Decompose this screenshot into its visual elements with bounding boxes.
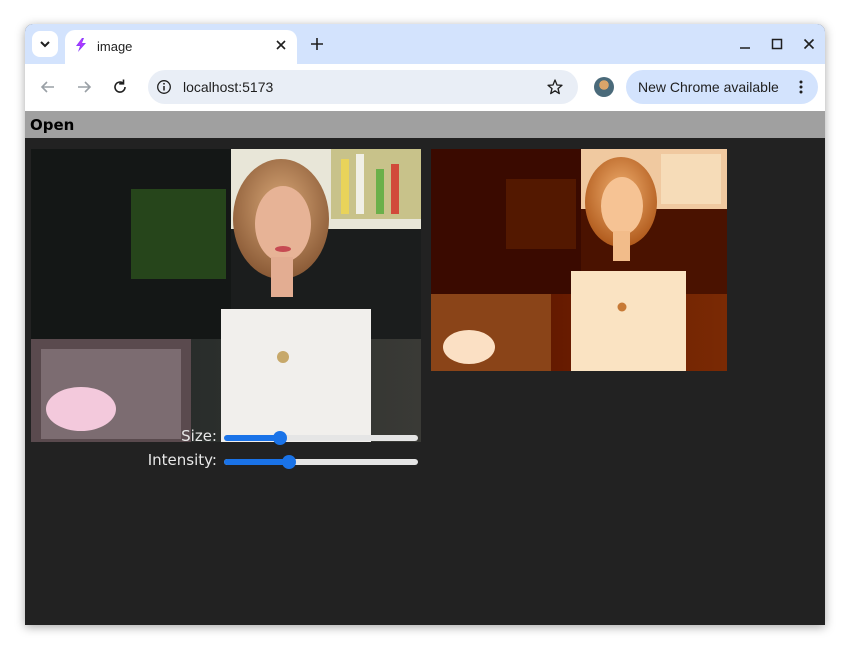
intensity-slider[interactable]	[224, 454, 418, 470]
intensity-slider-fill	[224, 459, 289, 465]
minimize-icon[interactable]	[737, 36, 753, 52]
maximize-icon[interactable]	[769, 36, 785, 52]
size-slider[interactable]	[224, 430, 418, 446]
tab-image[interactable]: image	[65, 30, 297, 64]
reload-icon[interactable]	[110, 77, 130, 97]
tab-strip: image	[25, 24, 825, 64]
filtered-photo	[431, 149, 727, 371]
window-close-icon[interactable]	[801, 36, 817, 52]
site-info-icon[interactable]	[156, 79, 172, 95]
close-icon[interactable]	[273, 37, 289, 53]
tab-search-button[interactable]	[32, 31, 58, 57]
tab-title: image	[97, 39, 133, 54]
app-content: Open Size: Intensity:	[25, 111, 825, 625]
back-arrow-icon[interactable]	[38, 77, 58, 97]
size-slider-thumb[interactable]	[272, 431, 287, 445]
app-menubar: Open	[25, 111, 825, 138]
size-label: Size:	[181, 427, 217, 445]
vite-favicon-icon	[76, 38, 86, 52]
original-photo	[31, 149, 421, 442]
update-label: New Chrome available	[638, 79, 779, 95]
profile-avatar[interactable]	[594, 77, 614, 97]
address-bar[interactable]: localhost:5173	[148, 70, 578, 104]
browser-toolbar: localhost:5173 New Chrome available	[25, 64, 825, 111]
forward-arrow-icon[interactable]	[74, 77, 94, 97]
open-menu-button[interactable]: Open	[30, 116, 74, 134]
intensity-label: Intensity:	[147, 451, 217, 469]
browser-window: image localhost:5173 New Chrome availabl…	[25, 24, 825, 625]
url-text: localhost:5173	[183, 79, 274, 95]
chrome-update-button[interactable]: New Chrome available	[626, 70, 818, 104]
filtered-image	[431, 149, 727, 371]
original-image	[31, 149, 421, 442]
star-icon[interactable]	[546, 78, 564, 96]
more-vert-icon[interactable]	[798, 79, 804, 95]
chevron-down-icon	[40, 41, 50, 48]
plus-icon[interactable]	[308, 35, 326, 53]
intensity-slider-thumb[interactable]	[281, 455, 296, 469]
size-slider-fill	[224, 435, 280, 441]
